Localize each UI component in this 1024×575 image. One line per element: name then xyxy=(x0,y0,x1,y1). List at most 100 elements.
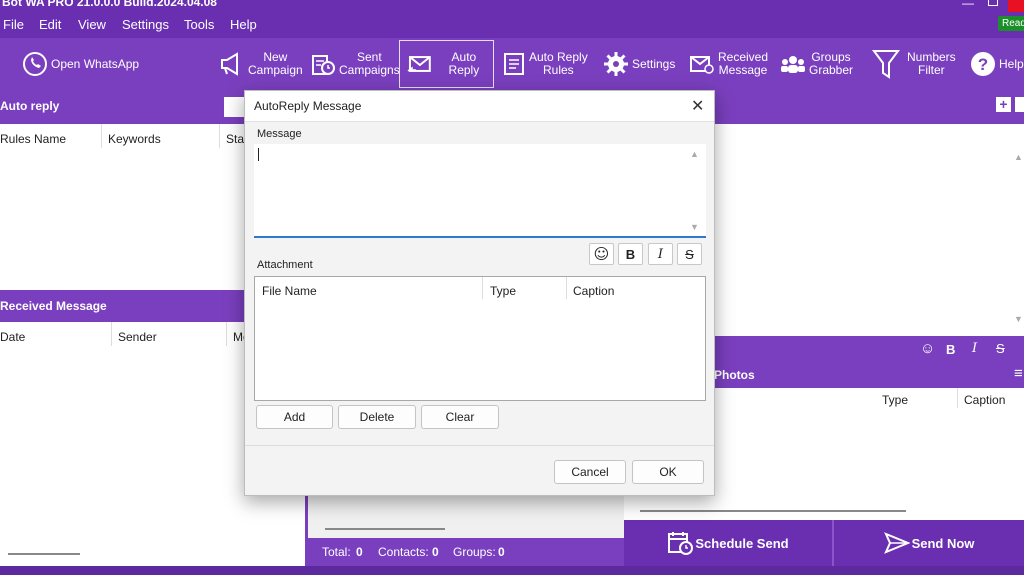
column-sender[interactable]: Sender xyxy=(118,330,157,344)
right-column-caption[interactable]: Caption xyxy=(964,393,1005,407)
menu-file[interactable]: File xyxy=(3,17,24,32)
right-scroll-up-icon[interactable]: ▲ xyxy=(1014,152,1023,162)
column-caption[interactable]: Caption xyxy=(573,284,614,298)
message-input[interactable]: ▲ ▼ xyxy=(254,144,706,238)
schedule-send-label: Schedule Send xyxy=(695,535,789,551)
toolbar: Open WhatsApp New Campaign Sent Campaigns … xyxy=(0,38,1024,90)
groups-grabber-label-1: Groups xyxy=(811,50,851,64)
menu-edit[interactable]: Edit xyxy=(39,17,61,32)
status-bar: Total: 0 Contacts: 0 Groups: 0 xyxy=(308,538,624,566)
add-icon[interactable]: + xyxy=(996,97,1011,112)
auto-reply-rules-label-1: Auto Reply xyxy=(529,50,588,64)
settings-button[interactable]: Settings xyxy=(603,40,675,88)
envelope-check-icon xyxy=(690,56,714,74)
users-icon xyxy=(781,56,805,73)
ok-button[interactable]: OK xyxy=(632,460,704,484)
minimize-button[interactable]: — xyxy=(962,0,974,10)
window-title: Bot WA PRO 21.0.0.0 Build.2024.04.08 xyxy=(2,0,217,9)
attachment-list[interactable]: File Name Type Caption xyxy=(254,276,706,401)
sent-campaigns-label-1: Sent xyxy=(357,50,382,64)
help-button[interactable]: ? Help xyxy=(970,40,1024,88)
auto-reply-button[interactable]: Auto Reply xyxy=(399,40,494,88)
strikethrough-button[interactable]: S xyxy=(677,243,702,265)
dialog-footer-divider xyxy=(245,445,714,446)
column-keywords[interactable]: Keywords xyxy=(108,132,161,146)
bold-button[interactable]: B xyxy=(618,243,643,265)
right-italic-button[interactable]: I xyxy=(972,341,977,356)
open-whatsapp-button[interactable]: Open WhatsApp xyxy=(22,40,139,88)
new-campaign-label-1: New xyxy=(263,50,288,64)
right-scrollbar[interactable] xyxy=(640,510,906,512)
new-campaign-button[interactable]: New Campaign xyxy=(219,40,303,88)
menu-tools[interactable]: Tools xyxy=(184,17,214,32)
dialog-close-icon[interactable]: ✕ xyxy=(691,96,704,116)
received-message-label-1: Received xyxy=(718,50,769,64)
cancel-button[interactable]: Cancel xyxy=(554,460,626,484)
delete-button[interactable]: Delete xyxy=(338,405,416,429)
photos-label: Photos xyxy=(714,368,755,382)
right-scroll-down-icon[interactable]: ▼ xyxy=(1014,314,1023,324)
auto-reply-rules-label-2: Rules xyxy=(543,63,574,77)
groups-value: 0 xyxy=(498,545,505,559)
right-emoji-icon[interactable]: ☺ xyxy=(920,340,935,357)
emoji-button[interactable]: ☺ xyxy=(589,243,614,265)
dialog-title-divider xyxy=(245,121,714,122)
svg-text:?: ? xyxy=(978,55,988,74)
numbers-filter-label-1: Numbers xyxy=(907,50,956,64)
received-message-button[interactable]: Received Message xyxy=(689,40,768,88)
clear-button[interactable]: Clear xyxy=(421,405,499,429)
numbers-filter-label-2: Filter xyxy=(918,63,945,77)
remove-icon[interactable] xyxy=(1015,97,1024,112)
groups-grabber-label-2: Grabber xyxy=(809,63,854,77)
groups-label: Groups: xyxy=(453,545,496,559)
menu-settings[interactable]: Settings xyxy=(122,17,169,32)
total-label: Total: xyxy=(322,545,351,559)
menu-view[interactable]: View xyxy=(78,17,106,32)
autoreply-message-dialog: AutoReply Message ✕ Message ▲ ▼ ☺ B I S … xyxy=(244,90,715,496)
dialog-title-bar: AutoReply Message ✕ xyxy=(245,91,714,121)
sent-campaigns-button[interactable]: Sent Campaigns xyxy=(310,40,400,88)
received-panel-title: Received Message xyxy=(0,299,107,313)
right-bold-button[interactable]: B xyxy=(946,342,955,357)
help-icon: ? xyxy=(971,52,995,76)
menu-icon[interactable]: ≡ xyxy=(1014,365,1023,382)
contacts-label: Contacts: xyxy=(378,545,429,559)
add-button[interactable]: Add xyxy=(256,405,333,429)
column-type[interactable]: Type xyxy=(490,284,516,298)
message-scroll-down-icon[interactable]: ▼ xyxy=(690,222,699,232)
maximize-button[interactable] xyxy=(988,0,998,6)
help-label: Help xyxy=(999,56,1024,71)
close-button[interactable] xyxy=(1008,0,1024,12)
send-now-button[interactable]: Send Now xyxy=(834,520,1024,566)
funnel-icon xyxy=(872,50,900,79)
whatsapp-icon xyxy=(23,52,47,76)
message-label: Message xyxy=(257,128,302,140)
horizontal-scrollbar[interactable] xyxy=(8,553,80,555)
open-whatsapp-label: Open WhatsApp xyxy=(51,56,140,71)
groups-grabber-button[interactable]: Groups Grabber xyxy=(780,40,853,88)
total-value: 0 xyxy=(356,545,363,559)
italic-button[interactable]: I xyxy=(648,243,673,265)
column-rules-name[interactable]: Rules Name xyxy=(0,132,66,146)
attachment-label: Attachment xyxy=(257,259,313,271)
message-scroll-up-icon[interactable]: ▲ xyxy=(690,149,699,159)
new-campaign-label-2: Campaign xyxy=(248,63,303,77)
schedule-send-button[interactable]: Schedule Send xyxy=(624,520,832,566)
right-strike-button[interactable]: S xyxy=(996,341,1005,356)
megaphone-icon xyxy=(221,52,238,76)
column-file-name[interactable]: File Name xyxy=(262,284,317,298)
clipboard-clock-icon xyxy=(312,55,335,75)
envelope-reply-icon xyxy=(407,56,431,72)
send-now-label: Send Now xyxy=(911,535,975,551)
column-date[interactable]: Date xyxy=(0,330,25,344)
menu-help[interactable]: Help xyxy=(230,17,257,32)
middle-scrollbar[interactable] xyxy=(325,528,445,530)
middle-bottom-area xyxy=(308,496,624,538)
numbers-filter-button[interactable]: Numbers Filter xyxy=(872,40,956,88)
auto-reply-label: Auto Reply xyxy=(448,50,480,77)
auto-reply-panel-title: Auto reply xyxy=(0,99,60,113)
emoji-icon: ☺ xyxy=(593,245,610,263)
right-column-type[interactable]: Type xyxy=(882,393,908,407)
filter-box[interactable] xyxy=(224,97,244,117)
auto-reply-rules-button[interactable]: Auto Reply Rules xyxy=(502,40,588,88)
